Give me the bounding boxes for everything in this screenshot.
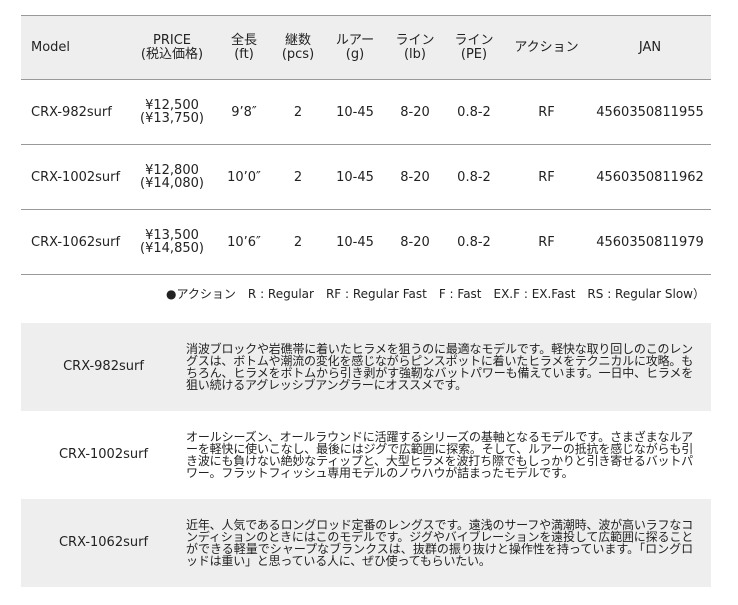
cell-jan: 4560350811979: [589, 209, 711, 275]
cell-line-pe: 0.8-2: [444, 79, 504, 145]
cell-line-pe: 0.8-2: [444, 144, 504, 210]
cell-line-lb: 8-20: [386, 209, 444, 275]
cell-model: CRX-982surf: [21, 79, 128, 145]
description-text: 近年、人気であるロングロッド定番のレングスです。遠浅のサーフや満潮時、波が高いラ…: [186, 518, 693, 568]
table-row: CRX-1002surf ¥12,800 (¥14,080) 10’0″ 2 10…: [21, 144, 711, 210]
cell-line-lb: 8-20: [386, 144, 444, 210]
cell-length: 10’6″: [216, 209, 272, 275]
cell-lure: 10-45: [324, 209, 386, 275]
cell-lure: 10-45: [324, 144, 386, 210]
header-lure: ルアー (g): [324, 15, 386, 80]
cell-pcs: 2: [272, 79, 324, 145]
cell-line-pe: 0.8-2: [444, 209, 504, 275]
cell-action: RF: [504, 144, 589, 210]
description-model: CRX-1062surf: [58, 535, 149, 550]
cell-jan: 4560350811955: [589, 79, 711, 145]
cell-line-lb: 8-20: [386, 79, 444, 145]
cell-action: RF: [504, 79, 589, 145]
description-block: CRX-1062surf 近年、人気であるロングロッド定番のレングスです。遠浅の…: [21, 499, 711, 587]
cell-model: CRX-1062surf: [21, 209, 128, 275]
description-model: CRX-1002surf: [58, 447, 149, 462]
cell-model: CRX-1002surf: [21, 144, 128, 210]
description-model: CRX-982surf: [63, 359, 144, 374]
cell-action: RF: [504, 209, 589, 275]
cell-lure: 10-45: [324, 79, 386, 145]
cell-price: ¥12,800 (¥14,080): [128, 144, 216, 210]
cell-jan: 4560350811962: [589, 144, 711, 210]
spec-table: Model PRICE (税込価格) 全長 (ft) 継数 (pcs) ルアー (g) …: [21, 15, 711, 275]
header-jan: JAN: [589, 15, 711, 80]
description-block: CRX-1002surf オールシーズン、オールラウンドに活躍するシリーズの基軸…: [21, 411, 711, 499]
header-length: 全長 (ft): [216, 15, 272, 80]
cell-pcs: 2: [272, 209, 324, 275]
description-text: オールシーズン、オールラウンドに活躍するシリーズの基軸となるモデルです。さまざま…: [186, 430, 693, 480]
header-row: Model PRICE (税込価格) 全長 (ft) 継数 (pcs) ルアー (g) …: [21, 15, 711, 80]
cell-price: ¥12,500 (¥13,750): [128, 79, 216, 145]
header-line-lb: ライン (lb): [386, 15, 444, 80]
header-pcs: 継数 (pcs): [272, 15, 324, 80]
cell-price: ¥13,500 (¥14,850): [128, 209, 216, 275]
description-text: 消波ブロックや岩礁帯に着いたヒラメを狙うのに最適なモデルです。軽快な取り回しのこ…: [186, 342, 693, 392]
header-action: アクション: [504, 15, 589, 80]
cell-pcs: 2: [272, 144, 324, 210]
cell-length: 10’0″: [216, 144, 272, 210]
table-row: CRX-1062surf ¥13,500 (¥14,850) 10’6″ 2 10…: [21, 209, 711, 275]
header-model: Model: [21, 15, 128, 80]
description-block: CRX-982surf 消波ブロックや岩礁帯に着いたヒラメを狙うのに最適なモデル…: [21, 323, 711, 411]
header-line-pe: ライン (PE): [444, 15, 504, 80]
action-legend: ●アクション R : Regular RF : Regular Fast F :…: [166, 287, 705, 301]
cell-length: 9’8″: [216, 79, 272, 145]
header-price: PRICE (税込価格): [128, 15, 216, 80]
table-row: CRX-982surf ¥12,500 (¥13,750) 9’8″ 2 10-4…: [21, 79, 711, 145]
